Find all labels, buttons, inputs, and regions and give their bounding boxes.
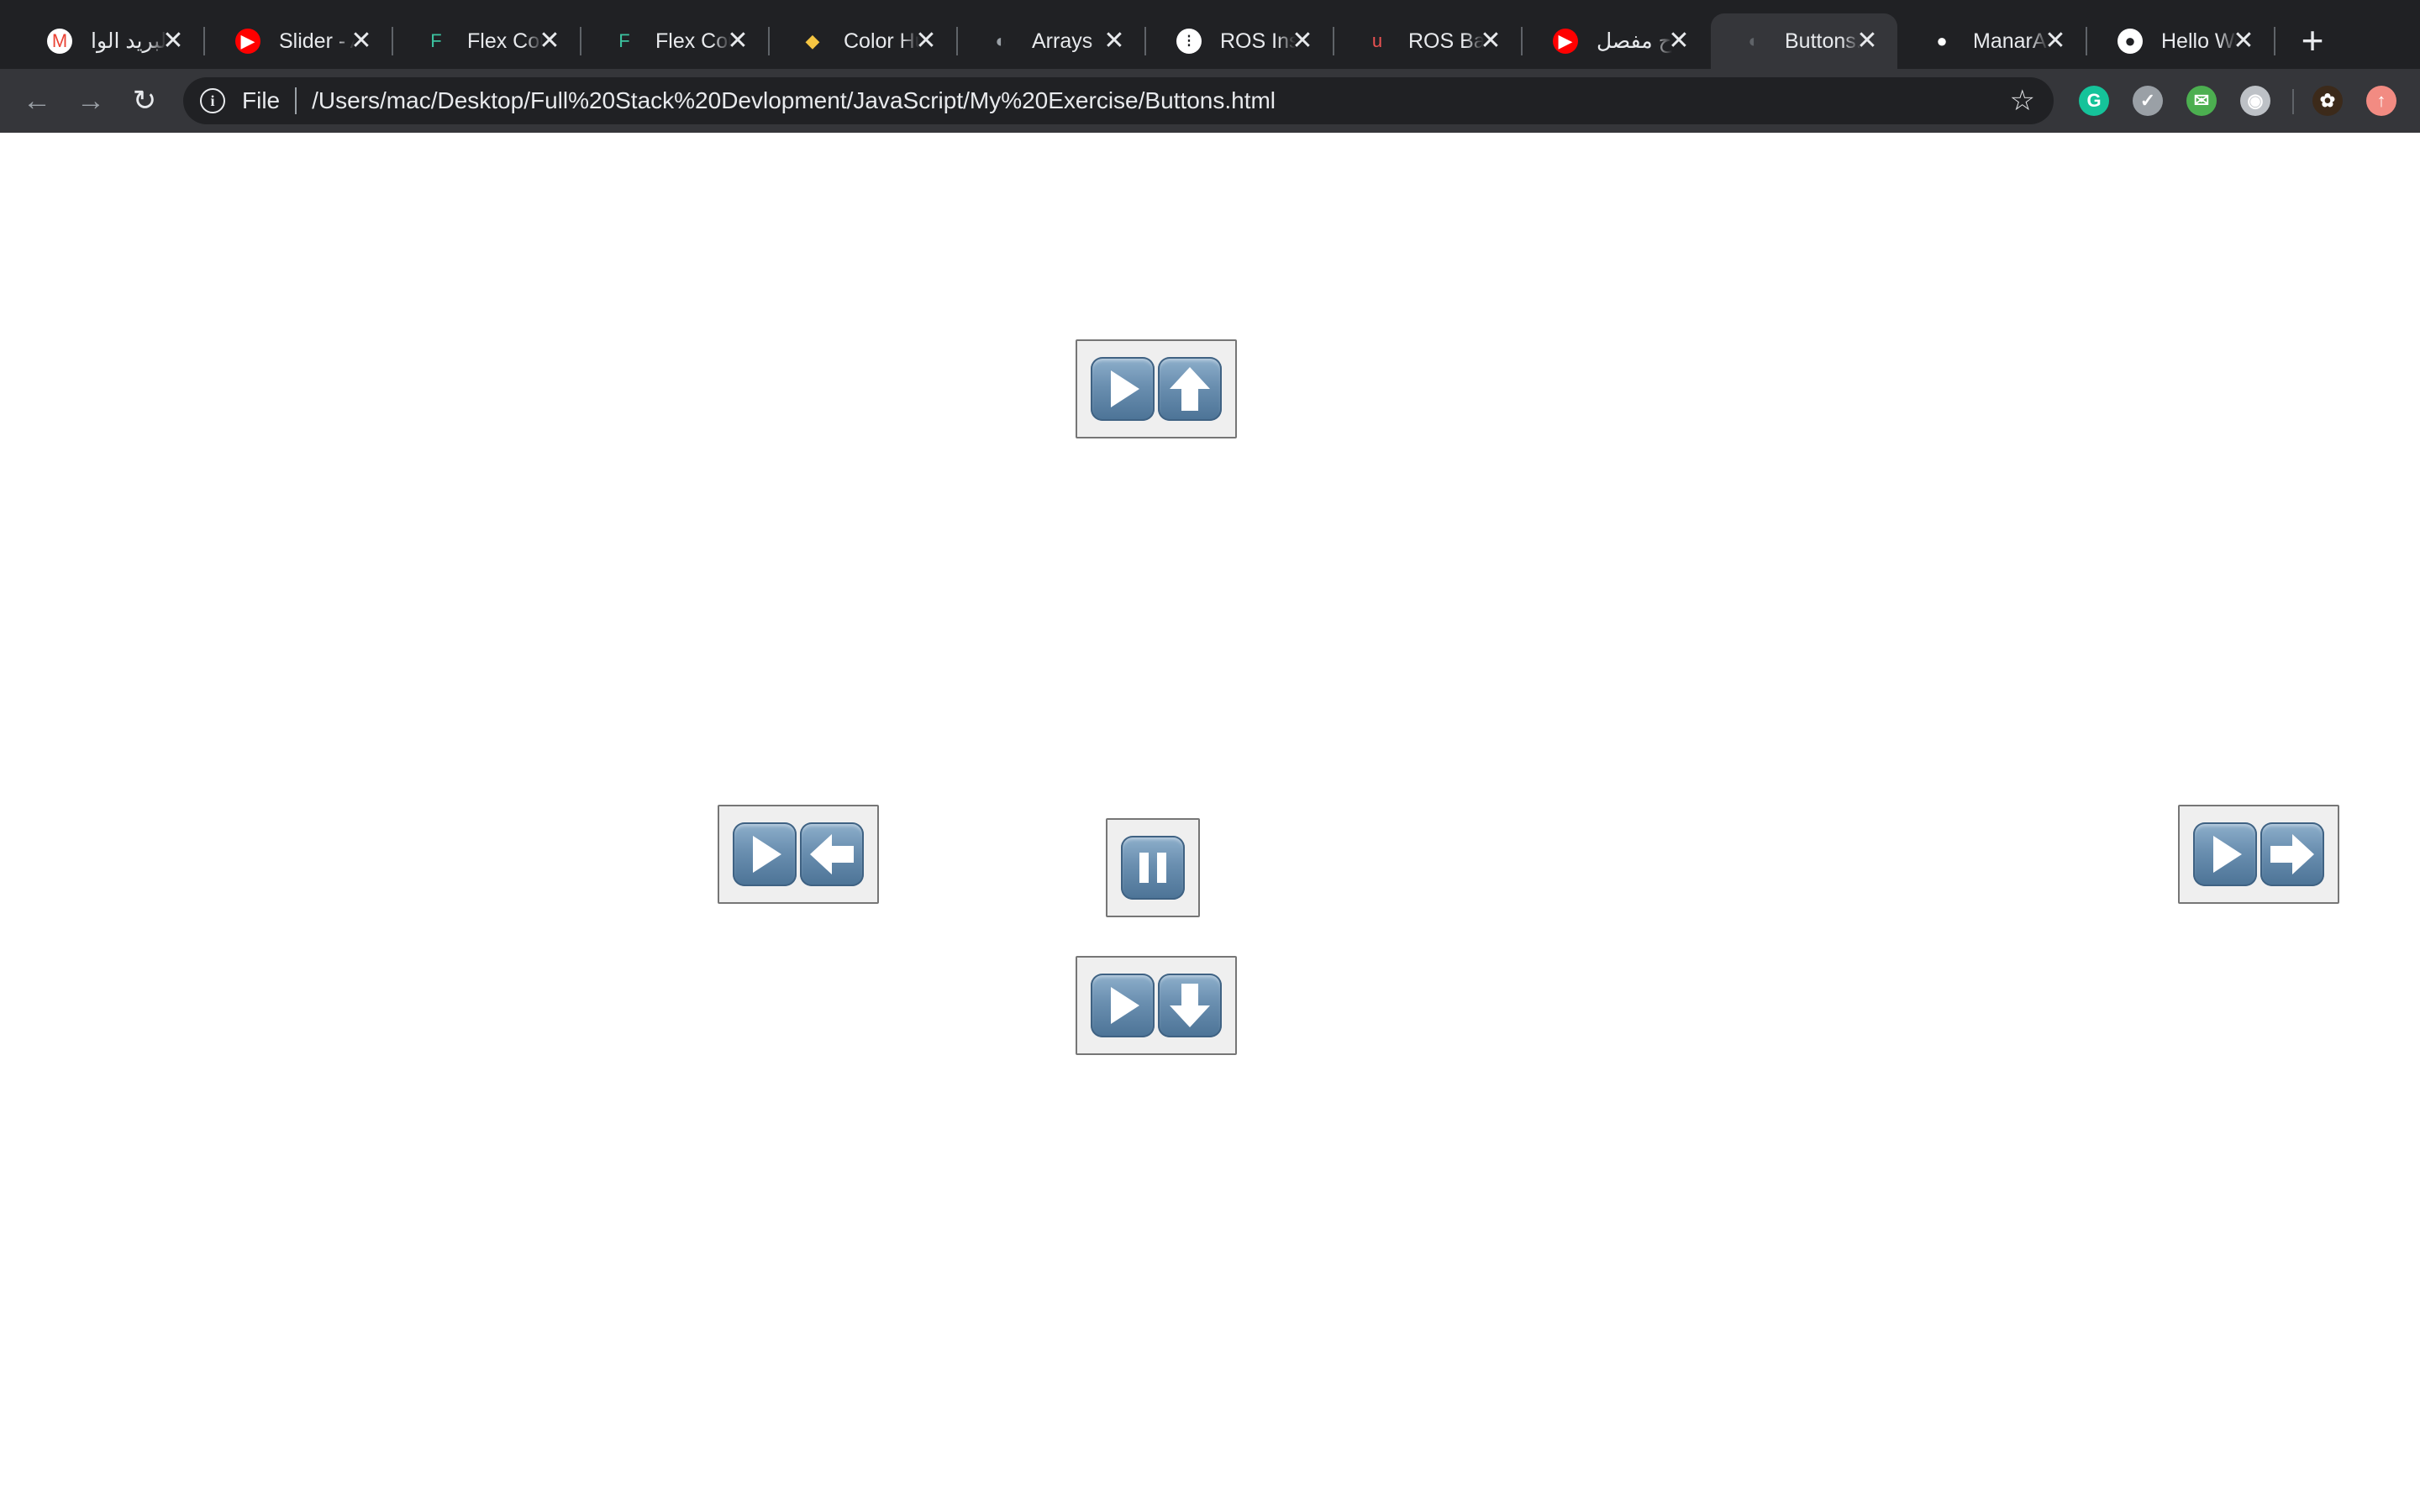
browser-toolbar: ← → ↻ i File /Users/mac/Desktop/Full%20S… (0, 69, 2420, 133)
play-arrow-key-icon (1091, 974, 1155, 1037)
tab-close-icon[interactable]: ✕ (1291, 29, 1314, 54)
tab-title: شرح مفصل (1597, 29, 1672, 53)
tab-close-icon[interactable]: ✕ (914, 29, 938, 54)
tab-close-icon[interactable]: ✕ (350, 29, 373, 54)
down-arrow-key-icon (1158, 974, 1222, 1037)
browser-tab[interactable]: ▶ شرح مفصل✕ (1523, 13, 1709, 69)
play-up-button[interactable] (1076, 339, 1237, 438)
globe-icon: ◐ (995, 30, 1007, 51)
browser-tab[interactable]: ◆ Color Hunt✕ (770, 13, 958, 69)
youtube-icon: ▶ (1553, 29, 1578, 54)
record-icon[interactable]: ◉ (2240, 86, 2270, 116)
up-arrow-key-icon (1158, 357, 1222, 421)
profile-avatar[interactable]: ✿ (2312, 86, 2343, 116)
browser-tab[interactable]: M البريد الوا ✕ (17, 13, 205, 69)
tab-title: Color Hunt (844, 29, 919, 53)
tab-title: البريد الوا (91, 29, 166, 53)
tab-title: Flex Course (467, 29, 543, 53)
url-text[interactable]: /Users/mac/Desktop/Full%20Stack%20Devlop… (312, 87, 1276, 114)
flex-course-icon: F (618, 30, 630, 51)
github-icon: ● (2118, 29, 2143, 54)
tab-close-icon[interactable]: ✕ (2044, 29, 2067, 54)
play-arrow-key-icon (2193, 822, 2257, 886)
tab-title: Arrays (1032, 29, 1093, 53)
back-button[interactable]: ← (17, 81, 57, 121)
site-info-icon[interactable]: i (200, 88, 225, 113)
color-hunt-icon: ◆ (805, 30, 820, 51)
pause-button[interactable] (1106, 818, 1200, 917)
tab-close-icon[interactable]: ✕ (1479, 29, 1502, 54)
right-arrow-key-icon (2260, 822, 2324, 886)
tab-title: Flex Course (655, 29, 731, 53)
tab-close-icon[interactable]: ✕ (1102, 29, 1126, 54)
tab-title: Slider - A (279, 29, 355, 53)
new-tab-button[interactable]: + (2294, 17, 2331, 64)
browser-tab[interactable]: ⁝ ROS Install✕ (1146, 13, 1334, 69)
tab-close-icon[interactable]: ✕ (538, 29, 561, 54)
pause-arrow-key-icon (1121, 836, 1185, 900)
update-icon[interactable]: ↑ (2366, 86, 2396, 116)
browser-tab[interactable]: ● Hello World✕ (2087, 13, 2275, 69)
url-scheme-label: File (242, 87, 281, 113)
browser-tab[interactable]: ◐ Arrays ✕ (958, 13, 1146, 69)
tab-title: ManarAl (1973, 29, 2049, 53)
mail-extension-icon[interactable]: ✉ (2186, 86, 2217, 116)
browser-tab[interactable]: u ROS Basics✕ (1334, 13, 1523, 69)
tab-close-icon[interactable]: ✕ (1667, 29, 1691, 54)
page-content (0, 133, 2420, 1512)
play-arrow-key-icon (733, 822, 797, 886)
flex-course-icon: F (430, 30, 442, 51)
left-arrow-key-icon (800, 822, 864, 886)
browser-tab[interactable]: F Flex Course✕ (581, 13, 770, 69)
play-left-button[interactable] (718, 805, 879, 904)
udemy-icon: u (1371, 30, 1383, 51)
bookmark-star-icon[interactable]: ☆ (2010, 84, 2035, 118)
tab-close-icon[interactable]: ✕ (726, 29, 750, 54)
play-right-button[interactable] (2178, 805, 2339, 904)
tab-separator (2274, 27, 2275, 55)
forward-arrow-icon: → (76, 84, 105, 117)
url-divider (295, 87, 297, 114)
grammarly-icon[interactable]: G (2079, 86, 2109, 116)
github-icon: ● (1936, 30, 1948, 51)
reload-button[interactable]: ↻ (124, 81, 165, 121)
play-arrow-key-icon (1091, 357, 1155, 421)
browser-tab[interactable]: ◐ Buttons.html✕ (1711, 13, 1897, 69)
tab-close-icon[interactable]: ✕ (2232, 29, 2255, 54)
tab-title: ROS Basics (1408, 29, 1484, 53)
forward-button[interactable]: → (71, 81, 111, 121)
browser-tab[interactable]: ● ManarAl ✕ (1899, 13, 2087, 69)
tab-strip: Mالبريد الوا✕▶Slider - A✕FFlex Course✕FF… (0, 0, 2420, 69)
youtube-icon: ▶ (235, 29, 260, 54)
ros-icon: ⁝ (1176, 29, 1202, 54)
tab-title: ROS Install (1220, 29, 1296, 53)
tab-title: Buttons.html (1785, 29, 1860, 53)
gmail-icon: M (47, 29, 72, 54)
toolbar-separator (2292, 89, 2294, 114)
back-arrow-icon: ← (23, 84, 51, 117)
tab-close-icon[interactable]: ✕ (1855, 29, 1879, 54)
shield-icon[interactable]: ✓ (2133, 86, 2163, 116)
tab-close-icon[interactable]: ✕ (161, 29, 185, 54)
globe-icon: ◐ (1748, 30, 1760, 51)
tab-title: Hello World (2161, 29, 2237, 53)
browser-tab[interactable]: ▶ Slider - A✕ (205, 13, 393, 69)
address-bar[interactable]: i File /Users/mac/Desktop/Full%20Stack%2… (183, 77, 2054, 124)
play-down-button[interactable] (1076, 956, 1237, 1055)
reload-icon: ↻ (132, 85, 157, 117)
browser-tab[interactable]: F Flex Course✕ (393, 13, 581, 69)
